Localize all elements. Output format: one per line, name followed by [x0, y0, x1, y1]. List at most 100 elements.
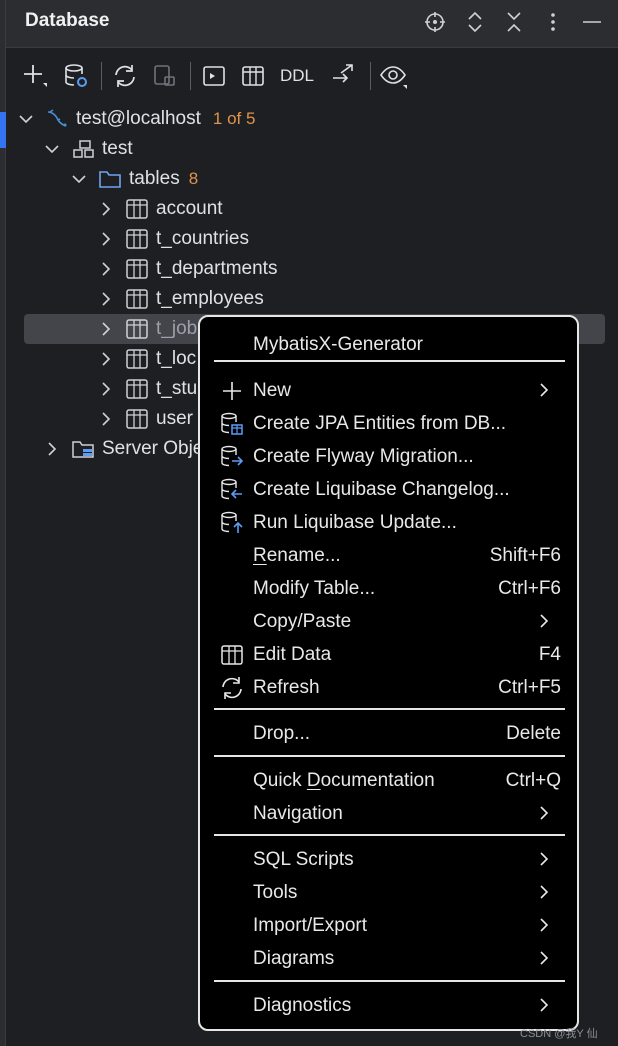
expand-collapse-icon[interactable] [461, 8, 489, 36]
tree-node-table[interactable]: t_countries [96, 224, 249, 254]
submenu-arrow-icon [539, 916, 553, 934]
tree-node-schema[interactable]: test [42, 134, 133, 164]
table-label: t_loc [156, 348, 197, 369]
console-icon[interactable] [198, 60, 230, 92]
tree-node-table[interactable]: t_loc [96, 344, 196, 374]
chevron-down-icon[interactable] [16, 109, 36, 129]
menu-item-create-liquibase-changelog[interactable]: Create Liquibase Changelog... [212, 473, 565, 506]
menu-item-label: Run Liquibase Update... [253, 511, 457, 533]
table-icon [124, 228, 150, 250]
chevron-right-icon[interactable] [96, 229, 116, 249]
table-label: t_job [156, 318, 198, 339]
menu-item-import-export[interactable]: Import/Export [212, 909, 565, 942]
menu-item-label: Edit Data [253, 643, 332, 665]
tree-node-tables-folder[interactable]: tables 8 [69, 164, 198, 194]
menu-item-label: MybatisX-Generator [253, 333, 424, 355]
chevron-right-icon[interactable] [42, 439, 62, 459]
tree-node-table[interactable]: user [96, 404, 193, 434]
plus-icon [220, 379, 244, 403]
locate-icon[interactable] [421, 8, 449, 36]
menu-item-new[interactable]: New [212, 374, 565, 407]
collapse-all-icon[interactable] [500, 8, 528, 36]
chevron-right-icon[interactable] [96, 199, 116, 219]
menu-separator [214, 708, 565, 710]
chevron-right-icon[interactable] [96, 259, 116, 279]
menu-item-navigation[interactable]: Navigation [212, 797, 565, 830]
disconnect-icon[interactable] [149, 60, 181, 92]
table-icon [124, 378, 150, 400]
liquibase-changelog-icon [220, 478, 244, 502]
menu-item-shortcut: Ctrl+F5 [498, 676, 561, 698]
chevron-right-icon[interactable] [96, 349, 116, 369]
menu-label-prefix: Quick [253, 769, 307, 791]
menu-item-create-jpa-entities[interactable]: Create JPA Entities from DB... [212, 407, 565, 440]
menu-item-shortcut: Ctrl+Q [505, 769, 561, 791]
table-label: user [156, 408, 193, 429]
menu-item-create-flyway-migration[interactable]: Create Flyway Migration... [212, 440, 565, 473]
chevron-down-icon[interactable] [69, 169, 89, 189]
menu-item-run-liquibase-update[interactable]: Run Liquibase Update... [212, 506, 565, 539]
add-icon[interactable] [20, 60, 52, 92]
chevron-right-icon[interactable] [96, 319, 116, 339]
table-label: t_countries [156, 228, 249, 249]
menu-item-refresh[interactable]: Refresh Ctrl+F5 [212, 671, 565, 704]
chevron-right-icon[interactable] [96, 379, 116, 399]
tree-node-table[interactable]: t_employees [96, 284, 264, 314]
panel-header: Database [6, 0, 618, 48]
menu-item-sql-scripts[interactable]: SQL Scripts [212, 843, 565, 876]
table-icon [124, 408, 150, 430]
menu-item-quick-documentation[interactable]: Quick Documentation Ctrl+Q [212, 764, 565, 797]
menu-separator [214, 834, 565, 836]
tool-window-strip [0, 0, 6, 1046]
tree-node-table[interactable]: t_departments [96, 254, 277, 284]
table-icon [124, 348, 150, 370]
menu-item-label: Create Flyway Migration... [253, 445, 474, 467]
submenu-arrow-icon [539, 612, 553, 630]
submenu-arrow-icon [539, 996, 553, 1014]
refresh-icon[interactable] [109, 60, 141, 92]
table-label: t_employees [156, 288, 264, 309]
tree-node-connection[interactable]: test@localhost 1 of 5 [16, 104, 255, 134]
table-label: t_departments [156, 258, 278, 279]
table-icon[interactable] [237, 60, 269, 92]
menu-item-label: Diagnostics [253, 994, 352, 1016]
chevron-right-icon[interactable] [96, 289, 116, 309]
menu-item-label: Create JPA Entities from DB... [253, 412, 507, 434]
menu-item-label: Modify Table... [253, 577, 376, 599]
menu-item-rename[interactable]: Rename... Shift+F6 [212, 539, 565, 572]
tree-node-table[interactable]: t_job [96, 314, 197, 344]
table-icon [124, 258, 150, 280]
menu-item-diagnostics[interactable]: Diagnostics [212, 989, 565, 1022]
menu-item-tools[interactable]: Tools [212, 876, 565, 909]
toolbar-separator [190, 62, 191, 90]
panel-title: Database [25, 10, 110, 31]
table-label: account [156, 198, 223, 219]
menu-item-diagrams[interactable]: Diagrams [212, 942, 565, 975]
view-options-icon[interactable] [378, 60, 410, 92]
menu-item-label: Import/Export [253, 914, 368, 936]
submenu-arrow-icon [539, 804, 553, 822]
jump-icon[interactable] [328, 60, 360, 92]
menu-item-label: Drop... [253, 722, 311, 744]
tree-node-table[interactable]: account [96, 194, 223, 224]
schema-label: test [102, 138, 133, 159]
more-icon[interactable] [539, 8, 567, 36]
chevron-down-icon[interactable] [42, 139, 62, 159]
menu-item-edit-data[interactable]: Edit Data F4 [212, 638, 565, 671]
menu-item-drop[interactable]: Drop... Delete [212, 717, 565, 750]
menu-label-suffix: ocumentation [320, 769, 435, 791]
tree-node-server-objects[interactable]: Server Obje [42, 434, 203, 464]
connection-label: test@localhost [76, 108, 201, 129]
table-icon [220, 643, 244, 667]
minimize-icon[interactable] [578, 8, 606, 36]
database-panel: Database DDL test@localhost 1 of 5 test … [0, 0, 618, 1046]
menu-item-copy-paste[interactable]: Copy/Paste [212, 605, 565, 638]
ddl-button[interactable]: DDL [278, 60, 316, 92]
table-icon [124, 288, 150, 310]
data-source-properties-icon[interactable] [60, 60, 92, 92]
menu-item-label: Tools [253, 881, 298, 903]
chevron-right-icon[interactable] [96, 409, 116, 429]
menu-item-modify-table[interactable]: Modify Table... Ctrl+F6 [212, 572, 565, 605]
menu-item-mybatisx-generator[interactable]: MybatisX-Generator [212, 328, 565, 361]
tree-node-table[interactable]: t_stu [96, 374, 197, 404]
